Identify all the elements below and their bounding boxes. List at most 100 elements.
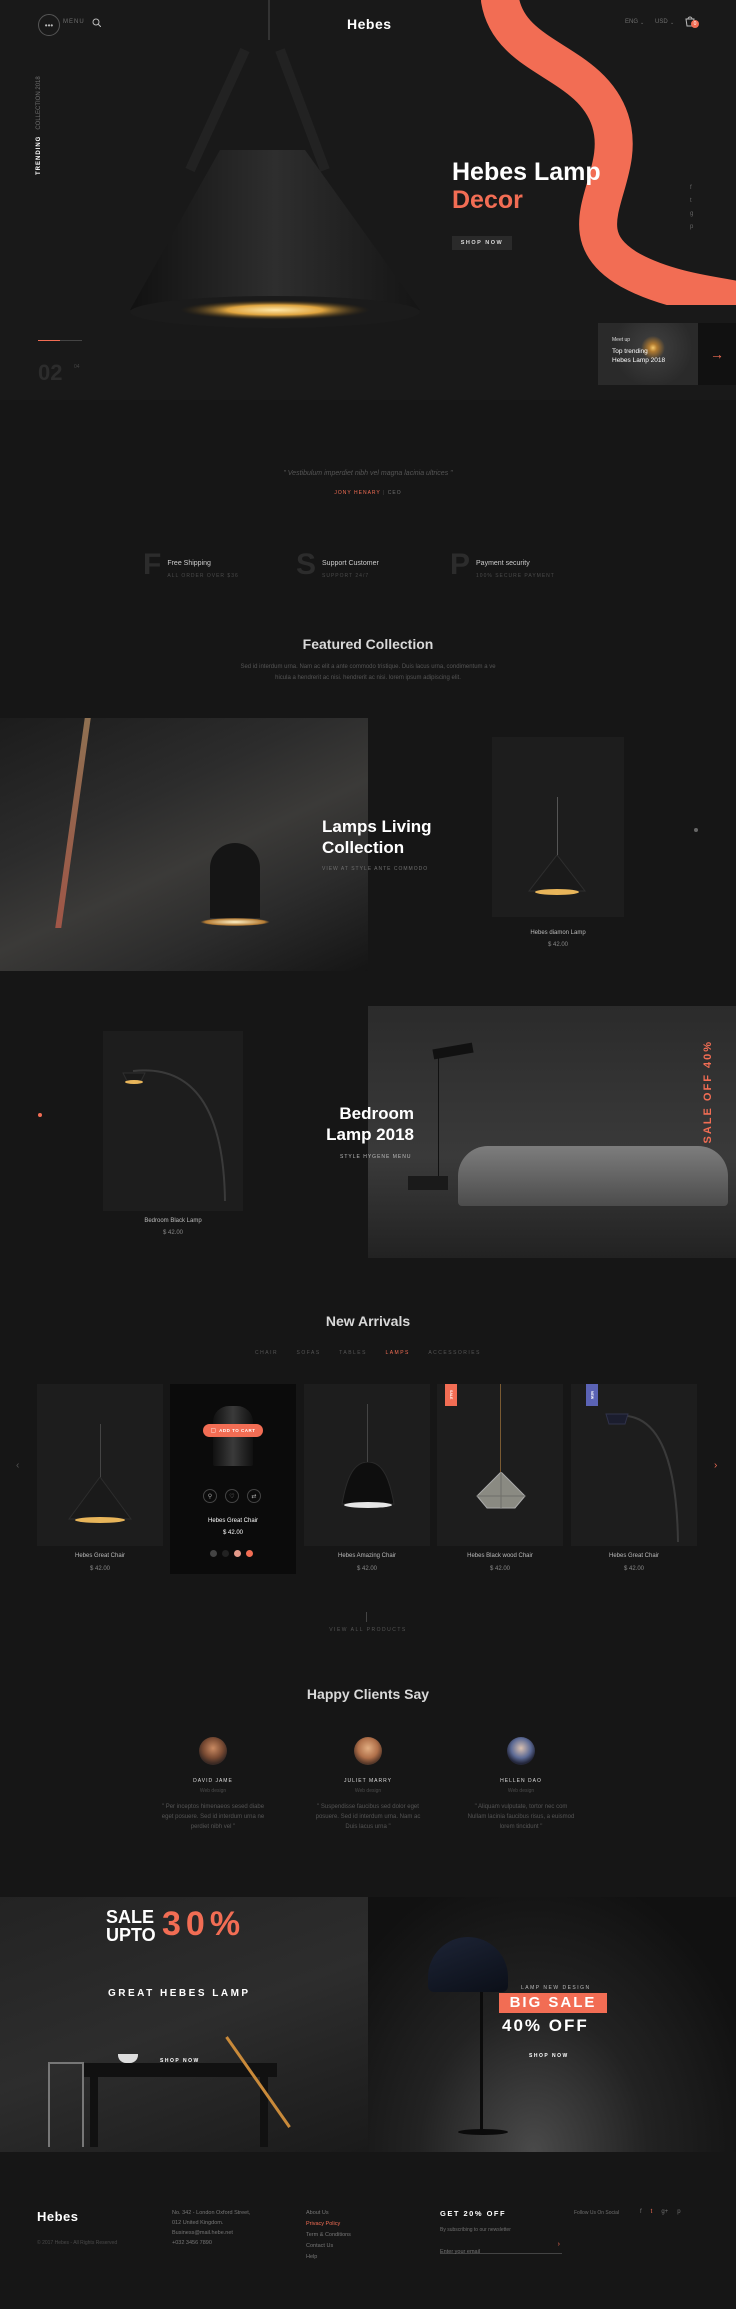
arrival-product-price: $ 42.00: [489, 1566, 511, 1572]
footer-link-about[interactable]: About Us: [306, 2208, 351, 2219]
tab-lamps[interactable]: LAMPS: [385, 1350, 409, 1356]
avatar: [199, 1737, 227, 1765]
send-arrow-icon[interactable]: ›: [558, 2241, 560, 2248]
arrivals-title: New Arrivals: [325, 1313, 411, 1329]
facebook-icon[interactable]: f: [690, 185, 693, 191]
swatch-pink[interactable]: [234, 1550, 241, 1557]
quote-author-name: JONY HENARY: [334, 490, 381, 496]
product-action-icons: ⚲ ♡ ⇄: [203, 1489, 261, 1503]
meetup-tag: Meet up: [612, 337, 631, 343]
promo-left-sub: GREAT HEBES LAMP: [108, 1988, 251, 1999]
menu-label[interactable]: MENU: [63, 19, 85, 25]
arrival-product-name[interactable]: Hebes Black wood Chair: [437, 1553, 563, 1559]
bag-icon: ▢: [210, 1428, 217, 1434]
pinterest-icon[interactable]: p: [677, 2209, 680, 2215]
lamp-cord: [500, 1384, 501, 1474]
arrival-product-name[interactable]: Hebes Great Chair: [37, 1553, 163, 1559]
bedroom-sub: STYLE HYGENE MENU: [340, 1154, 412, 1160]
footer-brand[interactable]: Hebes: [37, 2209, 79, 2224]
email-link[interactable]: Business@mail.hebe.net: [172, 2228, 250, 2238]
add-to-cart-button[interactable]: ▢ ADD TO CART: [203, 1424, 263, 1437]
swatch-black[interactable]: [222, 1550, 229, 1557]
feature-title: Payment security: [476, 560, 530, 567]
newsletter-sub: By subscribing to our newsletter: [440, 2227, 511, 2233]
arrival-product-price: $ 42.00: [222, 1530, 244, 1536]
client-card: HELLEN DAO Web design " Aliquam vulputat…: [461, 1737, 581, 1832]
side-text-trending: TRENDING: [36, 135, 42, 175]
bedroom-title-line1: Bedroom: [339, 1104, 414, 1123]
slider-dot[interactable]: [694, 828, 698, 832]
footer-link-help[interactable]: Help: [306, 2252, 351, 2263]
living-product-name[interactable]: Hebes diamon Lamp: [492, 930, 624, 936]
quick-view-icon[interactable]: ⚲: [203, 1489, 217, 1503]
slider-dot[interactable]: [38, 1113, 42, 1117]
dome-lamp-head: [428, 1937, 508, 1992]
living-title: Lamps Living Collection: [322, 816, 432, 858]
language-select[interactable]: ENG: [625, 19, 638, 25]
arrival-product-card[interactable]: NEW: [571, 1384, 697, 1546]
swatch-dark[interactable]: [210, 1550, 217, 1557]
twitter-icon[interactable]: t: [690, 198, 693, 204]
sale-badge: SALE: [445, 1384, 457, 1406]
arrival-product-card[interactable]: [37, 1384, 163, 1546]
wishlist-icon[interactable]: ♡: [225, 1489, 239, 1503]
compare-icon[interactable]: ⇄: [247, 1489, 261, 1503]
living-title-line1: Lamps Living: [322, 817, 432, 836]
living-collection-image: [0, 718, 368, 971]
arrow-right-icon[interactable]: →: [698, 323, 736, 385]
swatch-orange[interactable]: [246, 1550, 253, 1557]
avatar: [507, 1737, 535, 1765]
pinterest-icon[interactable]: p: [690, 224, 693, 230]
client-text-line1: " Aliquam vulputate, tortor nec com: [474, 1804, 568, 1810]
divider: [366, 1612, 367, 1622]
menu-dots-icon[interactable]: •••: [38, 14, 60, 36]
client-role: Web design: [199, 1788, 227, 1794]
wall-lamp-shape: [210, 843, 260, 918]
quote-author-role: CEO: [387, 490, 402, 496]
phone-link[interactable]: +032 3456 7890: [172, 2238, 250, 2248]
promo-right-shop-now[interactable]: SHOP NOW: [529, 2053, 569, 2059]
search-icon[interactable]: [92, 18, 101, 27]
footer-link-terms[interactable]: Term & Conditions: [306, 2230, 351, 2241]
view-all-products-link[interactable]: VIEW ALL PRODUCTS: [0, 1627, 736, 1633]
footer-social: f t g+ p: [640, 2209, 681, 2215]
facebook-icon[interactable]: f: [640, 2209, 642, 2215]
bedroom-product-card[interactable]: [103, 1031, 243, 1211]
arrival-product-name[interactable]: Hebes Amazing Chair: [304, 1553, 430, 1559]
footer-address: No. 342 - London Oxford Street, 012 Unit…: [172, 2208, 250, 2248]
bedroom-product-price: $ 42.00: [162, 1230, 184, 1236]
tab-accessories[interactable]: ACCESSORIES: [428, 1350, 481, 1356]
footer-copyright: © 2017 Hebes - All Rights Reserved: [37, 2240, 118, 2246]
footer-link-privacy[interactable]: Privacy Policy: [306, 2219, 351, 2230]
arrival-product-card[interactable]: [304, 1384, 430, 1546]
chevron-left-icon[interactable]: ‹: [16, 1460, 19, 1471]
living-product-card[interactable]: [492, 737, 624, 917]
tab-chair[interactable]: CHAIR: [255, 1350, 278, 1356]
client-text-line2: eget posuere. Sed id interdum urna ne: [161, 1814, 265, 1820]
client-text-line3: perdiet nibh vel ": [190, 1824, 236, 1830]
google-plus-icon[interactable]: g+: [661, 2209, 668, 2215]
footer-link-contact[interactable]: Contact Us: [306, 2241, 351, 2252]
twitter-icon[interactable]: t: [651, 2209, 653, 2215]
chevron-right-icon[interactable]: ›: [714, 1460, 717, 1471]
new-badge: NEW: [586, 1384, 598, 1406]
arrival-product-card-hover[interactable]: ▢ ADD TO CART ⚲ ♡ ⇄ Hebes Great Chair $ …: [170, 1384, 296, 1574]
client-text-line2: posuere. Sed id interdum urna. Nam ac: [315, 1814, 421, 1820]
side-text-collection: COLLECTION 2018: [36, 76, 42, 130]
tab-sofas[interactable]: SOFAS: [297, 1350, 321, 1356]
google-icon[interactable]: g: [690, 211, 693, 217]
client-text-line1: " Suspendisse faucibus sed dolor eget: [317, 1804, 419, 1810]
slide-total: 04: [74, 364, 80, 370]
arrival-product-card[interactable]: SALE: [437, 1384, 563, 1546]
hero-shop-now-button[interactable]: SHOP NOW: [452, 236, 512, 250]
email-input[interactable]: [440, 2246, 540, 2258]
client-card: DAVID JAME Web design " Per inceptos him…: [153, 1737, 273, 1832]
arrival-product-name[interactable]: Hebes Great Chair: [571, 1553, 697, 1559]
currency-select[interactable]: USD: [655, 19, 668, 25]
meetup-card[interactable]: Meet up Top trending Hebes Lamp 2018 →: [598, 323, 736, 385]
bedroom-product-name[interactable]: Bedroom Black Lamp: [103, 1218, 243, 1224]
promo-left-shop-now[interactable]: SHOP NOW: [160, 2058, 200, 2064]
arrival-product-name[interactable]: Hebes Great Chair: [170, 1518, 296, 1524]
tab-tables[interactable]: TABLES: [339, 1350, 367, 1356]
feature-title: Free Shipping: [167, 560, 211, 567]
